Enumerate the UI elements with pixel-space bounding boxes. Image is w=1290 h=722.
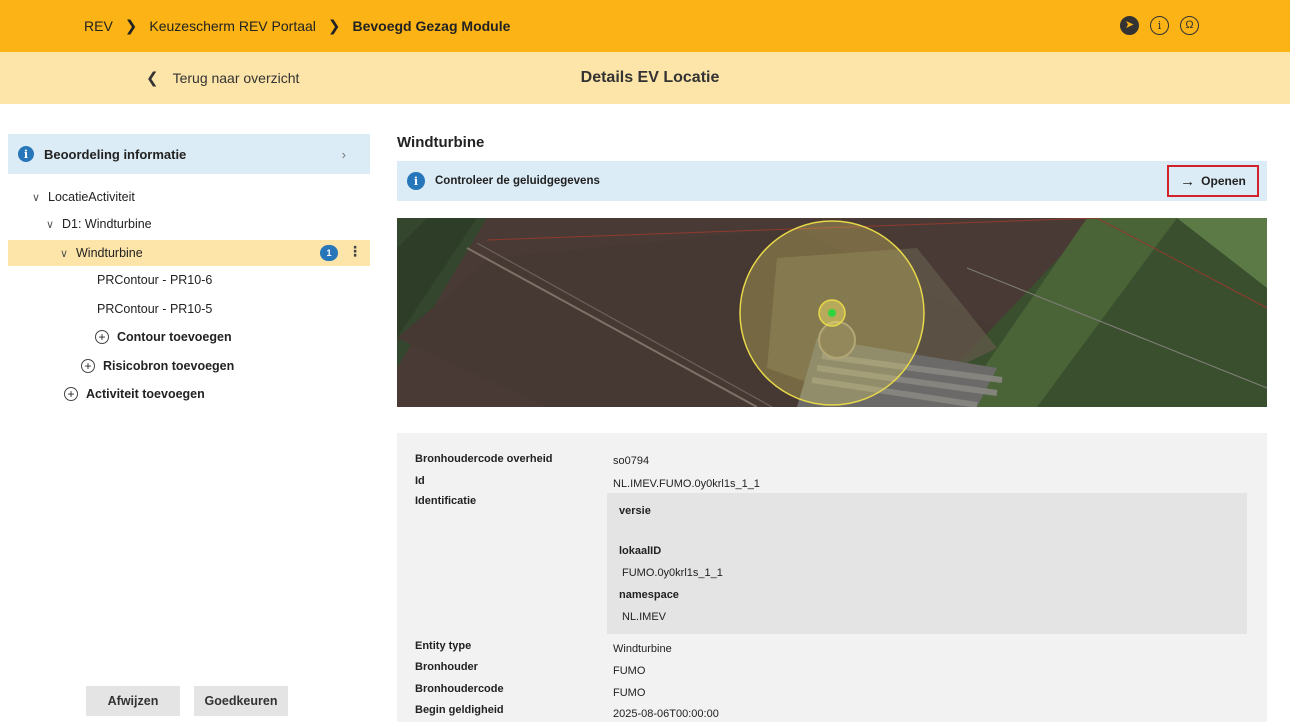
beoordeling-label: Beoordeling informatie [44, 146, 187, 162]
chevron-right-icon: ❯ [327, 18, 341, 35]
chevron-right-icon: ❯ [124, 18, 138, 35]
chevron-right-icon: › [341, 146, 346, 162]
tree-item-label: LocatieActiviteit [48, 190, 135, 204]
notice-bar: i Controleer de geluidgegevens → Openen [397, 161, 1267, 201]
lokaalid-value: FUMO.0y0krl1s_1_1 [622, 567, 723, 579]
open-button[interactable]: → Openen [1167, 165, 1259, 197]
tree-item-label: D1: Windturbine [62, 217, 152, 231]
review-actions: Afwijzen Goedkeuren [86, 686, 288, 716]
bronhoudercode-label: Bronhoudercode [415, 683, 504, 695]
more-vertical-icon[interactable]: ⋮ [348, 243, 362, 260]
entity-type-value: Windturbine [613, 643, 672, 655]
info-icon: i [407, 172, 425, 190]
versie-label: versie [619, 505, 651, 517]
breadcrumb-rev[interactable]: REV [84, 18, 113, 34]
notice-text: Controleer de geluidgegevens [435, 175, 600, 187]
add-activiteit-button[interactable]: + Activiteit toevoegen [8, 381, 370, 407]
tree-item-prcontour-2[interactable]: PRContour - PR10-5 [8, 296, 370, 322]
breadcrumb: REV ❯ Keuzescherm REV Portaal ❯ Bevoegd … [84, 0, 510, 52]
begin-geldigheid-label: Begin geldigheid [415, 704, 504, 716]
id-label: Id [415, 475, 425, 487]
chevron-down-icon: ∨ [60, 247, 69, 260]
bronhouder-label: Bronhouder [415, 661, 478, 673]
add-contour-button[interactable]: + Contour toevoegen [8, 324, 370, 350]
bronhoudercode-value: FUMO [613, 687, 646, 699]
identificatie-panel: versie lokaalID FUMO.0y0krl1s_1_1 namesp… [607, 493, 1247, 634]
tree-item-label: Windturbine [76, 246, 143, 260]
add-activiteit-label: Activiteit toevoegen [86, 387, 205, 401]
tree-item-locatieactiviteit[interactable]: ∨ LocatieActiviteit [8, 184, 370, 210]
add-risicobron-button[interactable]: + Risicobron toevoegen [8, 353, 370, 379]
arrow-right-icon: → [1180, 172, 1196, 190]
map-view[interactable] [397, 218, 1267, 407]
open-label: Openen [1201, 174, 1246, 188]
tree-item-label: PRContour - PR10-6 [97, 273, 213, 287]
tree-item-windturbine[interactable]: ∨ Windturbine 1 ⋮ [8, 240, 370, 266]
bronhoudercode-overheid-value: so0794 [613, 455, 650, 467]
tree-item-d1-windturbine[interactable]: ∨ D1: Windturbine [8, 211, 370, 237]
bronhoudercode-overheid-label: Bronhoudercode overheid [415, 453, 553, 465]
breadcrumb-current: Bevoegd Gezag Module [352, 18, 511, 34]
top-icons: ➤ i Ω [1120, 16, 1199, 35]
add-risicobron-label: Risicobron toevoegen [103, 359, 235, 373]
identificatie-label: Identificatie [415, 495, 477, 507]
chevron-left-icon: ❮ [146, 70, 159, 87]
beoordeling-informatie-item[interactable]: i Beoordeling informatie › [8, 134, 370, 174]
lokaalid-label: lokaalID [619, 545, 662, 557]
id-value: NL.IMEV.FUMO.0y0krl1s_1_1 [613, 478, 760, 490]
bronhouder-value: FUMO [613, 665, 646, 677]
tree-item-prcontour-1[interactable]: PRContour - PR10-6 [8, 267, 370, 293]
help-lifebuoy-icon[interactable]: Ω [1180, 16, 1199, 35]
breadcrumb-keuzescherm[interactable]: Keuzescherm REV Portaal [149, 18, 316, 34]
main-panel: Windturbine i Controleer de geluidgegeve… [397, 134, 1267, 722]
namespace-value: NL.IMEV [622, 611, 667, 623]
begin-geldigheid-value: 2025-08-06T00:00:00 [613, 708, 719, 720]
reject-button[interactable]: Afwijzen [86, 686, 180, 716]
add-contour-label: Contour toevoegen [117, 330, 232, 344]
details-panel: Bronhoudercode overheid so0794 Id NL.IME… [397, 433, 1267, 722]
approve-button[interactable]: Goedkeuren [194, 686, 288, 716]
cursor-icon[interactable]: ➤ [1120, 16, 1139, 35]
section-title: Windturbine [397, 134, 485, 151]
back-link-label: Terug naar overzicht [172, 70, 300, 86]
top-bar: REV ❯ Keuzescherm REV Portaal ❯ Bevoegd … [0, 0, 1290, 52]
info-icon: i [18, 146, 34, 162]
plus-circle-icon: + [64, 387, 78, 401]
info-icon[interactable]: i [1150, 16, 1169, 35]
satellite-map [397, 218, 1267, 407]
plus-circle-icon: + [95, 330, 109, 344]
back-link[interactable]: ❮ Terug naar overzicht [146, 52, 299, 104]
notification-badge: 1 [320, 245, 338, 261]
sidebar: i Beoordeling informatie › ∨ LocatieActi… [8, 134, 370, 722]
entity-type-label: Entity type [415, 640, 472, 652]
sub-header: Details EV Locatie ❮ Terug naar overzich… [0, 52, 1290, 104]
namespace-label: namespace [619, 589, 679, 601]
chevron-down-icon: ∨ [32, 191, 41, 204]
chevron-down-icon: ∨ [46, 218, 55, 231]
tree-item-label: PRContour - PR10-5 [97, 302, 213, 316]
plus-circle-icon: + [81, 359, 95, 373]
